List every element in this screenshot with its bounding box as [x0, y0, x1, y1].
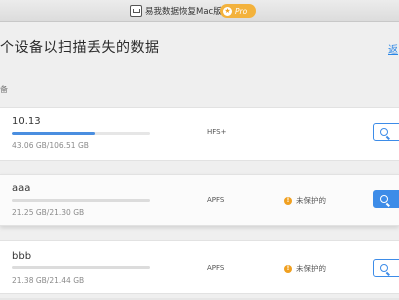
file-system: HFS+: [207, 128, 227, 136]
scan-button[interactable]: [373, 259, 399, 277]
disk-card[interactable]: 10.13 43.06 GB/106.51 GB HFS+: [0, 107, 399, 161]
scan-button[interactable]: [373, 190, 399, 208]
scan-button[interactable]: [373, 123, 399, 141]
disk-usage-fill: [12, 132, 95, 135]
file-system: APFS: [207, 196, 225, 204]
status-text: 未保护的: [296, 196, 326, 205]
disk-usage-bar: [12, 266, 150, 269]
protection-status: ! 未保护的: [284, 195, 326, 206]
disk-name: 10.13: [12, 116, 41, 127]
pro-badge[interactable]: ★ Pro: [220, 4, 256, 18]
disk-size: 21.38 GB/21.44 GB: [12, 276, 85, 285]
disk-usage-fill: [12, 266, 150, 269]
protection-status: ! 未保护的: [284, 263, 326, 274]
section-label: 备: [0, 85, 8, 94]
status-text: 未保护的: [296, 264, 326, 273]
disk-size: 43.06 GB/106.51 GB: [12, 141, 89, 150]
search-icon: [380, 195, 388, 203]
exclamation-icon: !: [284, 264, 292, 273]
disk-name: aaa: [12, 183, 31, 194]
exclamation-icon: !: [284, 196, 292, 205]
search-icon: [380, 128, 388, 136]
page-title: 个设备以扫描丢失的数据: [0, 40, 160, 56]
drive-icon: [130, 5, 142, 17]
disk-usage-bar: [12, 132, 150, 135]
disk-size: 21.25 GB/21.30 GB: [12, 208, 85, 217]
title-bar: 易我数据恢复Mac版 ★ Pro: [0, 0, 399, 22]
disk-name: bbb: [12, 251, 32, 262]
disk-usage-fill: [12, 199, 150, 202]
app-name: 易我数据恢复Mac版: [145, 7, 222, 17]
disk-card[interactable]: bbb 21.38 GB/21.44 GB APFS ! 未保护的: [0, 240, 399, 294]
disk-usage-bar: [12, 199, 150, 202]
app-title: 易我数据恢复Mac版: [130, 4, 222, 18]
header: 个设备以扫描丢失的数据 返: [0, 23, 399, 73]
header-link[interactable]: 返: [388, 41, 398, 56]
search-icon: [380, 264, 388, 272]
file-system: APFS: [207, 264, 225, 272]
star-icon: ★: [223, 6, 232, 16]
disk-card[interactable]: aaa 21.25 GB/21.30 GB APFS ! 未保护的: [0, 174, 399, 226]
pro-label: Pro: [235, 6, 248, 16]
